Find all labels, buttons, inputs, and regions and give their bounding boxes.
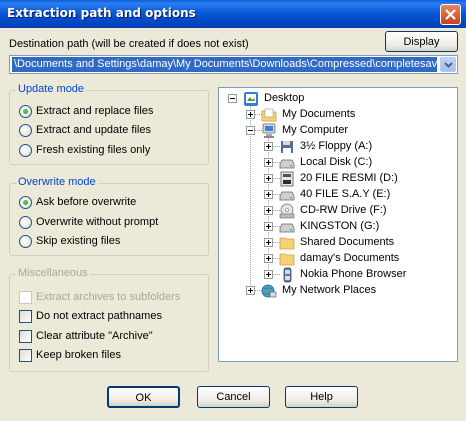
radio-button[interactable] <box>19 105 32 118</box>
close-button[interactable] <box>440 4 461 25</box>
miscellaneous-title: Miscellaneous <box>16 267 90 279</box>
drive-icon <box>279 159 295 169</box>
expand-toggle[interactable] <box>264 222 273 231</box>
radio-button[interactable] <box>19 196 32 209</box>
tree-node-my-network-places[interactable]: My Network Places <box>219 283 457 299</box>
tree-label: KINGSTON (G:) <box>300 220 380 232</box>
tree-node-damays-documents[interactable]: damay's Documents <box>219 251 457 267</box>
tree-label: CD-RW Drive (F:) <box>300 204 387 216</box>
destination-path-input[interactable]: \Documents and Settings\damay\My Documen… <box>12 57 437 72</box>
tree-label: My Computer <box>282 124 349 136</box>
title-bar: Extraction path and options <box>0 0 466 28</box>
extraction-dialog: Extraction path and options Destination … <box>0 0 466 421</box>
collapse-toggle[interactable] <box>246 126 255 135</box>
option-label: Keep broken files <box>36 349 121 361</box>
tree-label: My Documents <box>282 108 356 120</box>
expand-toggle[interactable] <box>264 174 273 183</box>
ok-button[interactable]: OK <box>107 386 180 408</box>
tree-node-file-resmi-d[interactable]: 20 FILE RESMI (D:) <box>219 171 457 187</box>
close-icon <box>445 9 456 20</box>
chevron-down-icon <box>444 62 453 68</box>
radio-button[interactable] <box>19 235 32 248</box>
expand-toggle[interactable] <box>264 158 273 167</box>
tree-label: Nokia Phone Browser <box>300 268 407 280</box>
window-title: Extraction path and options <box>7 6 196 20</box>
option-label: Clear attribute "Archive" <box>36 330 153 342</box>
overwrite-mode-group: Overwrite mode Ask before overwrite Over… <box>9 176 209 256</box>
expand-toggle[interactable] <box>264 238 273 247</box>
option-label: Overwrite without prompt <box>36 216 159 228</box>
destination-label: Destination path (will be created if doe… <box>9 38 249 50</box>
expand-toggle[interactable] <box>264 206 273 215</box>
expand-toggle[interactable] <box>246 286 255 295</box>
tree-node-desktop[interactable]: Desktop <box>219 91 457 107</box>
help-button[interactable]: Help <box>285 386 358 408</box>
phone-icon <box>283 267 292 283</box>
display-button[interactable]: Display <box>385 31 458 52</box>
tree-label: damay's Documents <box>300 252 400 264</box>
tree-node-my-computer[interactable]: My Computer <box>219 123 457 139</box>
desktop-icon <box>244 92 258 106</box>
collapse-toggle[interactable] <box>228 94 237 103</box>
miscellaneous-group: Miscellaneous Extract archives to subfol… <box>9 267 209 372</box>
option-label: Do not extract pathnames <box>36 310 162 322</box>
destination-path-combo[interactable]: \Documents and Settings\damay\My Documen… <box>9 55 458 74</box>
folder-icon <box>261 108 277 122</box>
tree-label: 3½ Floppy (A:) <box>300 140 373 152</box>
tree-node-my-documents[interactable]: My Documents <box>219 107 457 123</box>
tree-node-local-disk-c[interactable]: Local Disk (C:) <box>219 155 457 171</box>
tree-node-nokia-phone-browser[interactable]: Nokia Phone Browser <box>219 267 457 283</box>
floppy-icon <box>281 141 293 153</box>
tree-label: 20 FILE RESMI (D:) <box>300 172 398 184</box>
tree-node-shared-documents[interactable]: Shared Documents <box>219 235 457 251</box>
computer-icon <box>262 123 276 138</box>
folder-icon <box>279 237 295 250</box>
expand-toggle[interactable] <box>264 254 273 263</box>
option-label: Fresh existing files only <box>36 144 151 156</box>
drive-icon <box>279 223 295 233</box>
expand-toggle[interactable] <box>264 190 273 199</box>
expand-toggle[interactable] <box>264 270 273 279</box>
option-label: Extract and update files <box>36 124 151 136</box>
checkbox[interactable] <box>19 291 32 304</box>
cd-drive-icon <box>279 203 295 219</box>
drive-icon <box>279 191 295 201</box>
option-label: Extract archives to subfolders <box>36 291 181 303</box>
folder-tree[interactable]: Desktop My Documents My Computer 3½ Flop… <box>218 87 458 362</box>
option-label: Extract and replace files <box>36 105 154 117</box>
radio-button[interactable] <box>19 144 32 157</box>
tree-node-file-say-e[interactable]: 40 FILE S.A.Y (E:) <box>219 187 457 203</box>
drive-icon <box>280 171 294 187</box>
checkbox[interactable] <box>19 349 32 362</box>
tree-label: Local Disk (C:) <box>300 156 373 168</box>
option-label: Ask before overwrite <box>36 196 137 208</box>
dropdown-button[interactable] <box>440 57 456 72</box>
checkbox[interactable] <box>19 330 32 343</box>
checkbox[interactable] <box>19 310 32 323</box>
radio-button[interactable] <box>19 124 32 137</box>
update-mode-group: Update mode Extract and replace files Ex… <box>9 83 209 165</box>
network-icon <box>261 284 277 298</box>
tree-node-floppy[interactable]: 3½ Floppy (A:) <box>219 139 457 155</box>
tree-node-cd-rw-f[interactable]: CD-RW Drive (F:) <box>219 203 457 219</box>
cancel-button[interactable]: Cancel <box>197 386 270 408</box>
expand-toggle[interactable] <box>264 142 273 151</box>
tree-node-kingston-g[interactable]: KINGSTON (G:) <box>219 219 457 235</box>
expand-toggle[interactable] <box>246 110 255 119</box>
tree-label: Desktop <box>264 92 305 104</box>
radio-button[interactable] <box>19 216 32 229</box>
update-mode-title: Update mode <box>16 83 87 95</box>
tree-label: My Network Places <box>282 284 377 296</box>
option-label: Skip existing files <box>36 235 121 247</box>
folder-icon <box>279 253 295 266</box>
tree-label: Shared Documents <box>300 236 395 248</box>
overwrite-mode-title: Overwrite mode <box>16 176 98 188</box>
tree-label: 40 FILE S.A.Y (E:) <box>300 188 391 200</box>
